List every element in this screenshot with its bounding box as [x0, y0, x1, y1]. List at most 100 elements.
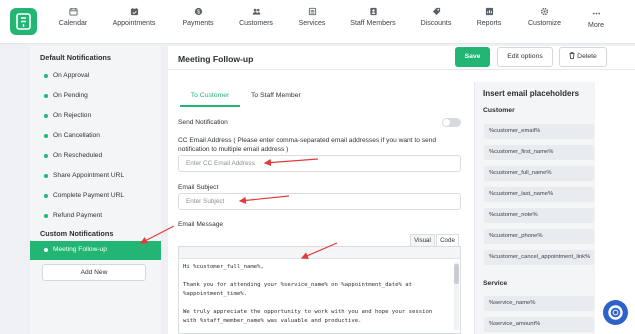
more-icon	[592, 12, 600, 15]
customize-icon	[540, 7, 548, 16]
sidebar-item-on-rescheduled[interactable]: On Rescheduled	[30, 147, 161, 166]
app-logo[interactable]	[10, 8, 37, 35]
nav-label: Customers	[239, 20, 273, 27]
top-navigation-bar: Calendar Appointments $ Payments Custome…	[0, 0, 635, 44]
sidebar-item-share-appointment-url[interactable]: Share Appointment URL	[30, 167, 161, 186]
sidebar-item-complete-payment-url[interactable]: Complete Payment URL	[30, 187, 161, 206]
notifications-sidebar: Default Notifications On Approval On Pen…	[30, 46, 161, 334]
notification-editor: Meeting Follow-up Save Edit options Dele…	[168, 46, 635, 334]
placeholder-item[interactable]: %customer_note%	[484, 208, 594, 223]
nav-services[interactable]: Services	[297, 7, 327, 39]
delete-label: Delete	[577, 53, 597, 60]
send-notification-toggle[interactable]	[442, 118, 461, 127]
bullet-dot	[44, 114, 48, 118]
add-new-button[interactable]: Add New	[42, 264, 146, 281]
placeholder-item[interactable]: %customer_cancel_appointment_link%	[484, 250, 594, 265]
placeholder-item[interactable]: %service_amount%	[484, 317, 594, 332]
nav-label: Customize	[528, 20, 562, 27]
editor-toolbar	[179, 247, 460, 259]
sidebar-item-label: Complete Payment URL	[53, 192, 125, 199]
nav-label: Appointments	[112, 20, 156, 27]
nav-more[interactable]: More	[584, 9, 608, 41]
editor-scrollbar[interactable]	[454, 262, 459, 330]
placeholders-panel: Insert email placeholders Customer %cust…	[474, 82, 595, 334]
nav-reports[interactable]: Reports	[476, 7, 502, 39]
placeholders-title: Insert email placeholders	[483, 89, 580, 98]
nav-customize[interactable]: Customize	[528, 7, 562, 39]
placeholder-item[interactable]: %customer_first_name%	[484, 145, 594, 160]
sidebar-item-meeting-follow-up[interactable]: Meeting Follow-up	[30, 241, 161, 260]
placeholder-group-service: Service	[483, 280, 508, 287]
staff-icon	[369, 7, 377, 16]
placeholder-item[interactable]: %customer_phone%	[484, 229, 594, 244]
editor-tab-code[interactable]: Code	[436, 234, 459, 246]
nav-discounts[interactable]: Discounts	[420, 7, 452, 39]
header-divider	[168, 69, 635, 70]
help-chat-button[interactable]	[603, 300, 628, 325]
email-message-editor[interactable]: Hi %customer_full_name%, Thank you for a…	[178, 246, 461, 334]
nav-label: Staff Members	[350, 20, 396, 27]
bullet-dot	[44, 194, 48, 198]
placeholder-item[interactable]: %customer_last_name%	[484, 187, 594, 202]
appointments-icon	[130, 7, 138, 16]
customers-icon	[252, 8, 260, 15]
svg-text:$: $	[197, 9, 200, 15]
nav-label: Reports	[476, 20, 502, 27]
sidebar-item-label: On Cancellation	[53, 132, 100, 139]
lifebuoy-icon	[608, 305, 623, 320]
save-button[interactable]: Save	[455, 47, 490, 67]
sidebar-item-on-rejection[interactable]: On Rejection	[30, 107, 161, 126]
cc-email-field[interactable]: Enter CC Email Address	[178, 155, 461, 172]
sidebar-item-label: On Rescheduled	[53, 152, 103, 159]
sidebar-item-label: On Pending	[53, 92, 88, 99]
nav-label: Discounts	[420, 20, 452, 27]
default-notifications-title: Default Notifications	[40, 53, 111, 62]
nav-calendar[interactable]: Calendar	[56, 7, 90, 39]
sidebar-item-on-cancellation[interactable]: On Cancellation	[30, 127, 161, 146]
sidebar-item-label: On Approval	[53, 72, 90, 79]
sidebar-item-label: Refund Payment	[53, 212, 103, 219]
logo-icon	[16, 13, 31, 30]
nav-payments[interactable]: $ Payments	[181, 7, 215, 39]
reports-icon	[485, 7, 493, 16]
nav-customers[interactable]: Customers	[237, 7, 275, 39]
delete-button[interactable]: Delete	[559, 47, 607, 67]
sidebar-item-label: Meeting Follow-up	[53, 246, 107, 253]
page-title: Meeting Follow-up	[178, 54, 254, 64]
sidebar-item-refund-payment[interactable]: Refund Payment	[30, 207, 161, 226]
placeholder-group-customer: Customer	[483, 107, 515, 114]
placeholder-item[interactable]: %customer_email%	[484, 124, 594, 139]
nav-appointments[interactable]: Appointments	[111, 7, 157, 39]
payments-icon: $	[194, 7, 202, 15]
sidebar-item-on-approval[interactable]: On Approval	[30, 67, 161, 86]
sidebar-item-label: Share Appointment URL	[53, 172, 125, 179]
email-message-body[interactable]: Hi %customer_full_name%, Thank you for a…	[183, 263, 453, 326]
edit-options-button[interactable]: Edit options	[497, 47, 553, 67]
placeholder-item[interactable]: %customer_full_name%	[484, 166, 594, 181]
nav-label: Calendar	[58, 20, 88, 27]
bullet-dot	[44, 248, 48, 252]
discounts-icon	[432, 7, 440, 16]
scrollbar-thumb[interactable]	[454, 264, 459, 284]
editor-tab-visual[interactable]: Visual	[410, 234, 435, 246]
bullet-dot	[44, 154, 48, 158]
bullet-dot	[44, 214, 48, 218]
sidebar-item-on-pending[interactable]: On Pending	[30, 87, 161, 106]
bullet-dot	[44, 174, 48, 178]
tab-to-customer[interactable]: To Customer	[180, 90, 240, 107]
bullet-dot	[44, 74, 48, 78]
email-subject-label: Email Subject	[178, 184, 219, 191]
custom-notifications-title: Custom Notifications	[40, 229, 114, 238]
calendar-icon	[68, 7, 78, 16]
nav-label: More	[588, 22, 604, 29]
send-notification-label: Send Notification	[178, 119, 228, 126]
nav-label: Payments	[182, 20, 214, 27]
email-message-label: Email Message	[178, 221, 224, 228]
tab-to-staff-member[interactable]: To Staff Member	[251, 90, 301, 102]
placeholder-item[interactable]: %service_name%	[484, 296, 594, 311]
trash-icon	[569, 52, 575, 59]
nav-label: Services	[298, 20, 326, 27]
nav-staff-members[interactable]: Staff Members	[349, 7, 397, 39]
email-subject-field[interactable]: Enter Subject	[178, 193, 461, 210]
bullet-dot	[44, 94, 48, 98]
